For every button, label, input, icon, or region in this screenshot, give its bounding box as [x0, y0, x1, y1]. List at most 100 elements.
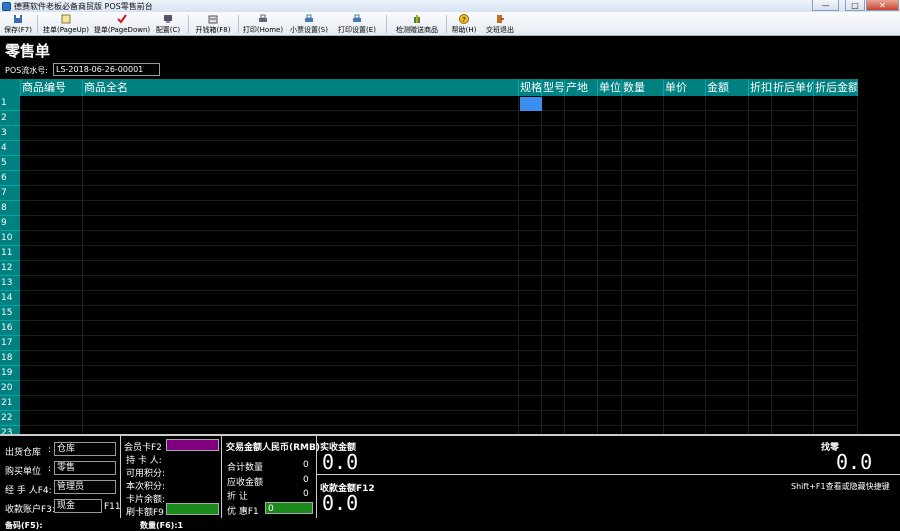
help-button[interactable]: ? 帮助(H)	[448, 13, 480, 35]
table-row[interactable]: 6	[0, 171, 858, 186]
active-cell[interactable]	[520, 97, 542, 111]
transaction-amount-header: 交易金额人民币(RMB)	[226, 443, 320, 453]
row-number: 19	[0, 366, 20, 381]
available-points-label: 可用积分:	[126, 469, 166, 479]
table-row[interactable]: 15	[0, 306, 858, 321]
column-header-item-name[interactable]: 商品全名	[83, 79, 519, 96]
account-shortcut: F11	[104, 502, 121, 512]
row-number: 1	[0, 96, 20, 111]
row-number: 2	[0, 111, 20, 126]
table-row[interactable]: 18	[0, 351, 858, 366]
config-icon	[163, 14, 173, 24]
total-quantity-label: 合计数量	[227, 463, 264, 473]
warehouse-field[interactable]: 仓库	[54, 442, 116, 456]
table-row[interactable]: 13	[0, 276, 858, 291]
maximize-button[interactable]: □	[845, 0, 865, 11]
column-header-quantity[interactable]: 数量	[622, 79, 664, 96]
row-number: 23	[0, 426, 20, 434]
svg-text:?: ?	[462, 16, 466, 24]
table-row[interactable]: 19	[0, 366, 858, 381]
column-header-discounted-amount[interactable]: 折后金额	[814, 79, 858, 96]
quantity-shortcut-label: 数量(F6):1	[140, 521, 184, 530]
table-row[interactable]: 7	[0, 186, 858, 201]
table-row[interactable]: 5	[0, 156, 858, 171]
swipe-amount-field[interactable]	[166, 503, 219, 515]
sales-grid[interactable]: 商品编号 商品全名 规格 型号 产地 单位 数量 单价 金额 折扣 折后单价 折…	[0, 79, 900, 434]
table-row[interactable]: 16	[0, 321, 858, 336]
title-bar: 德赛软件老板必备商贸版 POS零售前台	[0, 0, 900, 12]
open-cash-drawer-button[interactable]: 开钱箱(F8)	[192, 13, 234, 35]
table-row[interactable]: 9	[0, 216, 858, 231]
table-row[interactable]: 14	[0, 291, 858, 306]
table-row[interactable]: 17	[0, 336, 858, 351]
buyer-colon: :	[48, 464, 52, 474]
table-row[interactable]: 22	[0, 411, 858, 426]
table-row[interactable]: 21	[0, 396, 858, 411]
preferential-field[interactable]: 0	[265, 502, 313, 514]
serial-number-label: POS流水号:	[5, 66, 48, 75]
column-header-spec[interactable]: 规格	[519, 79, 542, 96]
handler-field[interactable]: 管理员	[54, 480, 116, 494]
grid-corner	[0, 79, 21, 96]
buyer-field[interactable]: 零售	[54, 461, 116, 475]
row-number: 7	[0, 186, 20, 201]
column-header-amount[interactable]: 金额	[706, 79, 749, 96]
table-row[interactable]: 12	[0, 261, 858, 276]
column-header-unit-price[interactable]: 单价	[664, 79, 706, 96]
receipt-settings-button[interactable]: 小票设置(S)	[286, 13, 332, 35]
row-number: 9	[0, 216, 20, 231]
close-button[interactable]: ✕	[866, 0, 899, 11]
column-header-model[interactable]: 型号	[542, 79, 565, 96]
column-header-discount[interactable]: 折扣	[749, 79, 772, 96]
table-row[interactable]: 3	[0, 126, 858, 141]
open-cash-drawer-label: 开钱箱(F8)	[195, 26, 231, 34]
save-button[interactable]: 保存(F7)	[2, 13, 34, 35]
table-row[interactable]: 23	[0, 426, 858, 434]
warehouse-label: 出货仓库	[5, 448, 42, 458]
receivable-value: 0	[303, 475, 309, 485]
print-button[interactable]: 打印(Home)	[242, 13, 284, 35]
actual-amount-value: 0.0	[322, 450, 359, 474]
row-number: 11	[0, 246, 20, 261]
print-settings-button[interactable]: 打印设置(E)	[334, 13, 380, 35]
collect-amount-value[interactable]: 0.0	[322, 491, 358, 515]
row-number: 17	[0, 336, 20, 351]
column-header-discounted-price[interactable]: 折后单价	[772, 79, 814, 96]
table-row[interactable]: 8	[0, 201, 858, 216]
shift-exit-label: 交班退出	[486, 26, 514, 34]
check-gift-items-button[interactable]: 检测赠送商品	[392, 13, 442, 35]
exit-icon	[495, 14, 505, 24]
hold-order-button[interactable]: 挂单(PageUp)	[42, 13, 90, 35]
account-field[interactable]: 现金	[54, 499, 102, 513]
table-row[interactable]: 20	[0, 381, 858, 396]
hold-order-label: 挂单(PageUp)	[43, 26, 89, 34]
retrieve-order-label: 提单(PageDown)	[93, 26, 151, 34]
serial-number-field[interactable]: LS-2018-06-26-00001	[53, 63, 160, 76]
config-label: 配置(C)	[155, 26, 181, 34]
column-header-origin[interactable]: 产地	[565, 79, 598, 96]
row-number: 15	[0, 306, 20, 321]
table-row[interactable]: 10	[0, 231, 858, 246]
row-number: 20	[0, 381, 20, 396]
app-icon	[2, 1, 11, 11]
receipt-settings-icon	[304, 14, 314, 24]
column-header-item-code[interactable]: 商品编号	[21, 79, 83, 96]
column-header-unit[interactable]: 单位	[598, 79, 622, 96]
minimize-button[interactable]: —	[812, 0, 839, 11]
row-number: 22	[0, 411, 20, 426]
table-row[interactable]: 11	[0, 246, 858, 261]
status-bar: 备码(F5): 数量(F6):1	[0, 518, 900, 530]
retrieve-order-button[interactable]: 提单(PageDown)	[94, 13, 150, 35]
check-gift-items-label: 检测赠送商品	[396, 26, 438, 34]
member-card-field[interactable]	[166, 439, 219, 451]
shortcut-hint[interactable]: Shift+F1查看或隐藏快捷键	[791, 481, 890, 492]
save-label: 保存(F7)	[4, 26, 32, 34]
table-row[interactable]: 1	[0, 96, 858, 111]
table-row[interactable]: 2	[0, 111, 858, 126]
row-number: 16	[0, 321, 20, 336]
config-button[interactable]: 配置(C)	[152, 13, 184, 35]
table-row[interactable]: 4	[0, 141, 858, 156]
row-number: 6	[0, 171, 20, 186]
shift-exit-button[interactable]: 交班退出	[482, 13, 518, 35]
current-points-label: 本次积分:	[126, 482, 166, 492]
